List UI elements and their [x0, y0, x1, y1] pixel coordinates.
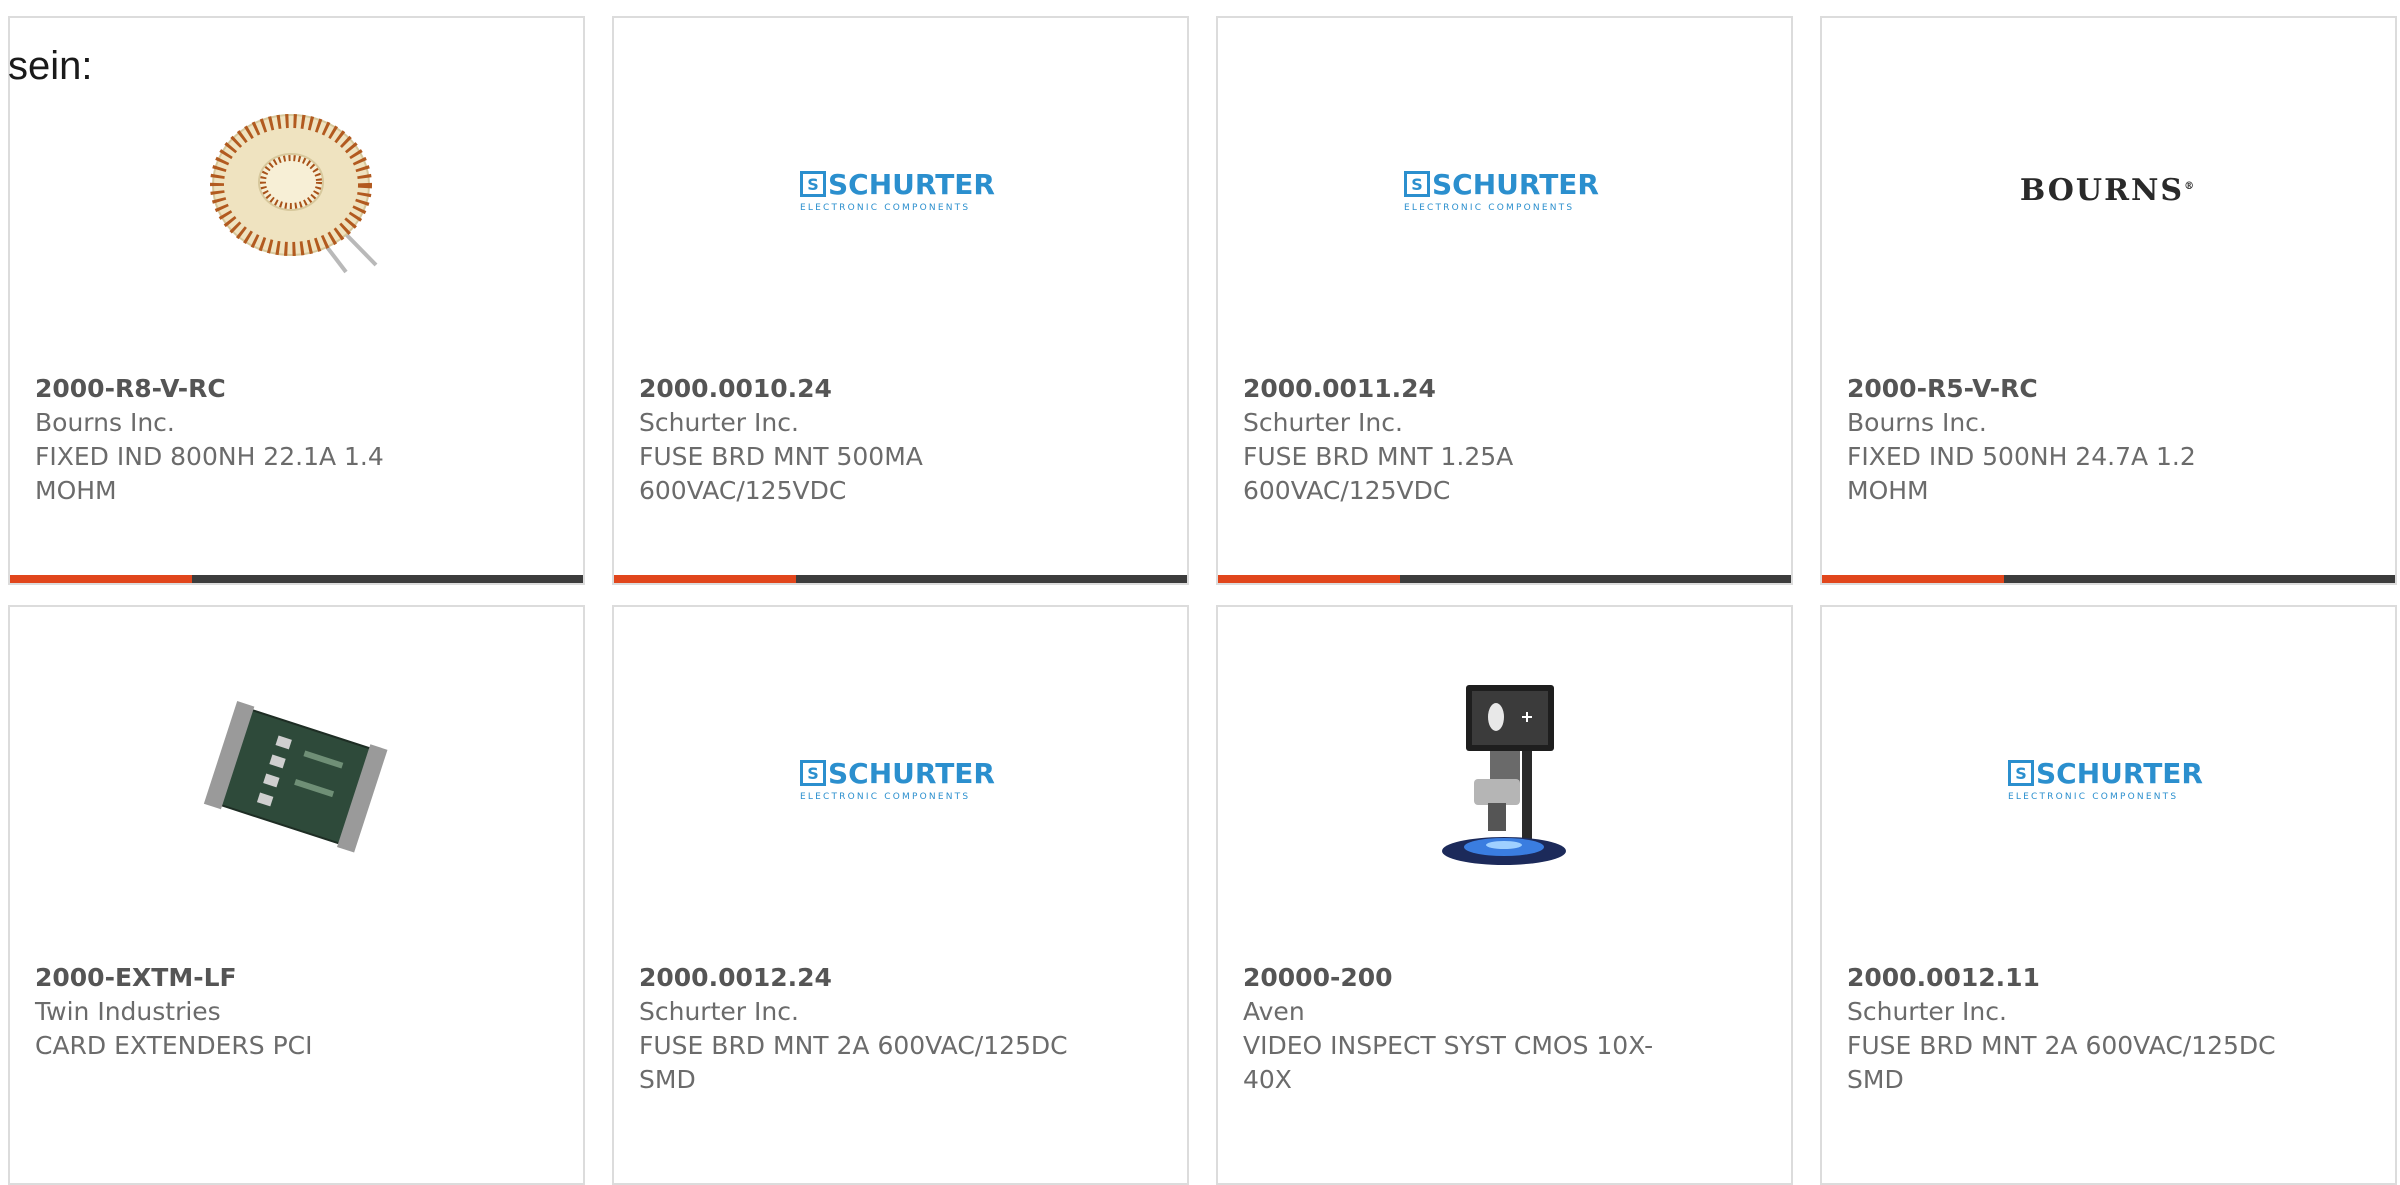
schurter-logo-word: SCHURTER: [1432, 167, 1599, 201]
product-image-toroid-inductor[interactable]: [196, 90, 396, 290]
description-label: FUSE BRD MNT 1.25A 600VAC/125VDC: [1243, 442, 1514, 505]
description-label: FIXED IND 500NH 24.7A 1.2 MOHM: [1847, 442, 2196, 505]
part-number-link[interactable]: 2000-R5-V-RC: [1847, 372, 2277, 406]
schurter-logo-word: SCHURTER: [828, 167, 995, 201]
product-card[interactable]: 2000-EXTM-LF Twin Industries CARD EXTEND…: [8, 605, 585, 1185]
product-info: 20000-200 Aven VIDEO INSPECT SYST CMOS 1…: [1243, 961, 1673, 1097]
video-inspection-system-image: [1404, 679, 1604, 879]
schurter-mark-icon: S: [2008, 760, 2034, 786]
schurter-logo-sub: ELECTRONIC COMPONENTS: [800, 791, 971, 802]
product-info: 2000.0012.24 Schurter Inc. FUSE BRD MNT …: [639, 961, 1069, 1097]
product-info: 2000.0010.24 Schurter Inc. FUSE BRD MNT …: [639, 372, 1069, 508]
product-image-video-inspection-system[interactable]: [1404, 679, 1604, 879]
part-number-link[interactable]: 20000-200: [1243, 961, 1673, 995]
part-number-link[interactable]: 2000.0012.24: [639, 961, 1069, 995]
schurter-logo-sub: ELECTRONIC COMPONENTS: [800, 202, 971, 213]
registered-mark-icon: ®: [2184, 180, 2197, 192]
card-accent-bar: [1218, 575, 1400, 583]
product-card[interactable]: BOURNS® 2000-R5-V-RC Bourns Inc. FIXED I…: [1820, 16, 2397, 585]
product-info: 2000.0011.24 Schurter Inc. FUSE BRD MNT …: [1243, 372, 1673, 508]
schurter-logo-word: SCHURTER: [2036, 756, 2203, 790]
schurter-mark-icon: S: [800, 760, 826, 786]
product-card[interactable]: S SCHURTER ELECTRONIC COMPONENTS 2000.00…: [1216, 16, 1793, 585]
product-card[interactable]: 20000-200 Aven VIDEO INSPECT SYST CMOS 1…: [1216, 605, 1793, 1185]
part-number-link[interactable]: 2000-EXTM-LF: [35, 961, 465, 995]
toroid-inductor-image: [196, 90, 396, 290]
manufacturer-label: Schurter Inc.: [639, 408, 799, 437]
schurter-mark-icon: S: [1404, 171, 1430, 197]
product-image-schurter[interactable]: S SCHURTER ELECTRONIC COMPONENTS: [1404, 90, 1604, 290]
product-card[interactable]: S SCHURTER ELECTRONIC COMPONENTS 2000.00…: [612, 605, 1189, 1185]
schurter-mark-icon: S: [800, 171, 826, 197]
bourns-logo: BOURNS®: [2020, 173, 2196, 208]
description-label: FUSE BRD MNT 500MA 600VAC/125VDC: [639, 442, 923, 505]
description-label: FUSE BRD MNT 2A 600VAC/125DC SMD: [639, 1031, 1068, 1094]
product-card[interactable]: S SCHURTER ELECTRONIC COMPONENTS 2000.00…: [1820, 605, 2397, 1185]
schurter-logo: S SCHURTER ELECTRONIC COMPONENTS: [2008, 757, 2208, 802]
manufacturer-label: Schurter Inc.: [639, 997, 799, 1026]
manufacturer-label: Bourns Inc.: [35, 408, 175, 437]
card-footer-bar: [10, 575, 583, 583]
card-accent-bar: [614, 575, 796, 583]
description-label: CARD EXTENDERS PCI: [35, 1031, 313, 1060]
part-number-link[interactable]: 2000.0012.11: [1847, 961, 2277, 995]
product-card[interactable]: 2000-R8-V-RC Bourns Inc. FIXED IND 800NH…: [8, 16, 585, 585]
description-label: VIDEO INSPECT SYST CMOS 10X-40X: [1243, 1031, 1654, 1094]
part-number-link[interactable]: 2000.0011.24: [1243, 372, 1673, 406]
product-info: 2000-EXTM-LF Twin Industries CARD EXTEND…: [35, 961, 465, 1063]
card-footer-bar: [1822, 575, 2395, 583]
card-footer-bar: [1218, 575, 1791, 583]
schurter-logo: S SCHURTER ELECTRONIC COMPONENTS: [1404, 168, 1604, 213]
product-image-pci-card-extender[interactable]: [196, 679, 396, 879]
schurter-logo-sub: ELECTRONIC COMPONENTS: [1404, 202, 1575, 213]
intro-text: sein:: [8, 44, 93, 88]
product-image-bourns[interactable]: BOURNS®: [2008, 90, 2208, 290]
manufacturer-label: Schurter Inc.: [1243, 408, 1403, 437]
manufacturer-label: Twin Industries: [35, 997, 221, 1026]
description-label: FIXED IND 800NH 22.1A 1.4 MOHM: [35, 442, 384, 505]
manufacturer-label: Schurter Inc.: [1847, 997, 2007, 1026]
product-card[interactable]: S SCHURTER ELECTRONIC COMPONENTS 2000.00…: [612, 16, 1189, 585]
schurter-logo: S SCHURTER ELECTRONIC COMPONENTS: [800, 757, 1000, 802]
card-accent-bar: [1822, 575, 2004, 583]
product-grid: 2000-R8-V-RC Bourns Inc. FIXED IND 800NH…: [0, 0, 2400, 1185]
part-number-link[interactable]: 2000.0010.24: [639, 372, 1069, 406]
bourns-logo-word: BOURNS: [2019, 172, 2185, 208]
description-label: FUSE BRD MNT 2A 600VAC/125DC SMD: [1847, 1031, 2276, 1094]
manufacturer-label: Aven: [1243, 997, 1305, 1026]
schurter-logo-sub: ELECTRONIC COMPONENTS: [2008, 791, 2179, 802]
pci-card-extender-image: [196, 679, 396, 879]
product-image-schurter[interactable]: S SCHURTER ELECTRONIC COMPONENTS: [800, 90, 1000, 290]
card-footer-bar: [614, 575, 1187, 583]
manufacturer-label: Bourns Inc.: [1847, 408, 1987, 437]
part-number-link[interactable]: 2000-R8-V-RC: [35, 372, 465, 406]
product-image-schurter[interactable]: S SCHURTER ELECTRONIC COMPONENTS: [800, 679, 1000, 879]
schurter-logo-word: SCHURTER: [828, 756, 995, 790]
card-accent-bar: [10, 575, 192, 583]
product-info: 2000.0012.11 Schurter Inc. FUSE BRD MNT …: [1847, 961, 2277, 1097]
product-info: 2000-R8-V-RC Bourns Inc. FIXED IND 800NH…: [35, 372, 465, 508]
product-info: 2000-R5-V-RC Bourns Inc. FIXED IND 500NH…: [1847, 372, 2277, 508]
schurter-logo: S SCHURTER ELECTRONIC COMPONENTS: [800, 168, 1000, 213]
product-image-schurter[interactable]: S SCHURTER ELECTRONIC COMPONENTS: [2008, 679, 2208, 879]
